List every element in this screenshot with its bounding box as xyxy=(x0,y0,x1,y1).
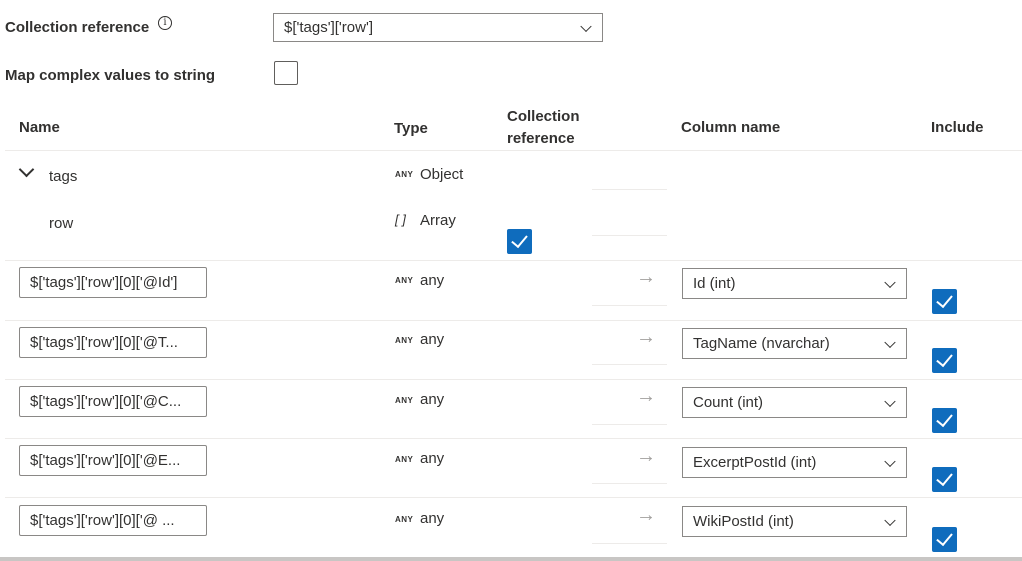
divider xyxy=(592,305,667,306)
divider xyxy=(592,364,667,365)
source-path-input[interactable]: $['tags']['row'][0]['@E... xyxy=(19,445,207,476)
source-path-input[interactable]: $['tags']['row'][0]['@Id'] xyxy=(19,267,207,298)
column-name-select[interactable]: ExcerptPostId (int) xyxy=(682,447,907,478)
row-divider xyxy=(5,320,1022,321)
any-type-icon: ANY xyxy=(395,396,414,405)
map-complex-label: Map complex values to string xyxy=(5,67,216,84)
column-name-select[interactable]: Count (int) xyxy=(682,387,907,418)
row-divider xyxy=(5,260,1022,261)
any-type-icon: ANY xyxy=(395,336,414,345)
chevron-down-icon xyxy=(580,20,592,32)
include-checkbox[interactable] xyxy=(932,289,957,314)
tree-item-row: row xyxy=(49,215,74,232)
array-type-icon: [ ] xyxy=(395,212,406,227)
collection-reference-checkbox[interactable] xyxy=(507,229,532,254)
row-divider xyxy=(5,438,1022,439)
column-name-select[interactable]: TagName (nvarchar) xyxy=(682,328,907,359)
chevron-down-icon xyxy=(884,395,896,407)
include-checkbox[interactable] xyxy=(932,348,957,373)
chevron-down-icon xyxy=(884,455,896,467)
arrow-right-icon: → xyxy=(636,504,656,526)
header-type: Type xyxy=(394,120,428,137)
chevron-down-icon xyxy=(884,336,896,348)
include-checkbox[interactable] xyxy=(932,467,957,492)
type-any: any xyxy=(420,391,445,408)
divider xyxy=(592,483,667,484)
map-complex-checkbox[interactable] xyxy=(274,61,298,85)
type-any: any xyxy=(420,450,445,467)
type-array: Array xyxy=(420,212,456,229)
header-column-name: Column name xyxy=(681,119,781,136)
divider xyxy=(592,189,667,190)
any-type-icon: ANY xyxy=(395,276,414,285)
arrow-right-icon: → xyxy=(636,385,656,407)
arrow-right-icon: → xyxy=(636,266,656,288)
chevron-down-icon[interactable] xyxy=(18,161,35,178)
header-name: Name xyxy=(19,119,60,136)
type-any: any xyxy=(420,272,445,289)
header-include: Include xyxy=(931,119,984,136)
collection-reference-label: Collection reference xyxy=(5,19,150,36)
divider xyxy=(592,235,667,236)
type-any: any xyxy=(420,510,445,527)
source-path-input[interactable]: $['tags']['row'][0]['@ ... xyxy=(19,505,207,536)
any-type-icon: ANY xyxy=(395,170,414,179)
collection-reference-select[interactable]: $['tags']['row'] xyxy=(273,13,603,42)
type-any: any xyxy=(420,331,445,348)
column-name-select[interactable]: WikiPostId (int) xyxy=(682,506,907,537)
divider xyxy=(592,424,667,425)
tree-item-tags: tags xyxy=(49,168,78,185)
include-checkbox[interactable] xyxy=(932,408,957,433)
arrow-right-icon: → xyxy=(636,445,656,467)
row-divider xyxy=(5,379,1022,380)
column-name-select[interactable]: Id (int) xyxy=(682,268,907,299)
info-icon[interactable]: i xyxy=(158,16,172,30)
row-divider xyxy=(5,497,1022,498)
header-collection-reference-2: reference xyxy=(507,130,575,147)
divider xyxy=(592,543,667,544)
header-divider xyxy=(5,150,1022,151)
source-path-input[interactable]: $['tags']['row'][0]['@T... xyxy=(19,327,207,358)
arrow-right-icon: → xyxy=(636,326,656,348)
type-object: Object xyxy=(420,166,464,183)
chevron-down-icon xyxy=(884,514,896,526)
horizontal-scrollbar[interactable] xyxy=(0,557,1022,561)
collection-reference-value: $['tags']['row'] xyxy=(284,19,373,36)
chevron-down-icon xyxy=(884,276,896,288)
source-path-input[interactable]: $['tags']['row'][0]['@C... xyxy=(19,386,207,417)
any-type-icon: ANY xyxy=(395,455,414,464)
any-type-icon: ANY xyxy=(395,515,414,524)
include-checkbox[interactable] xyxy=(932,527,957,552)
header-collection-reference-1: Collection xyxy=(507,108,580,125)
